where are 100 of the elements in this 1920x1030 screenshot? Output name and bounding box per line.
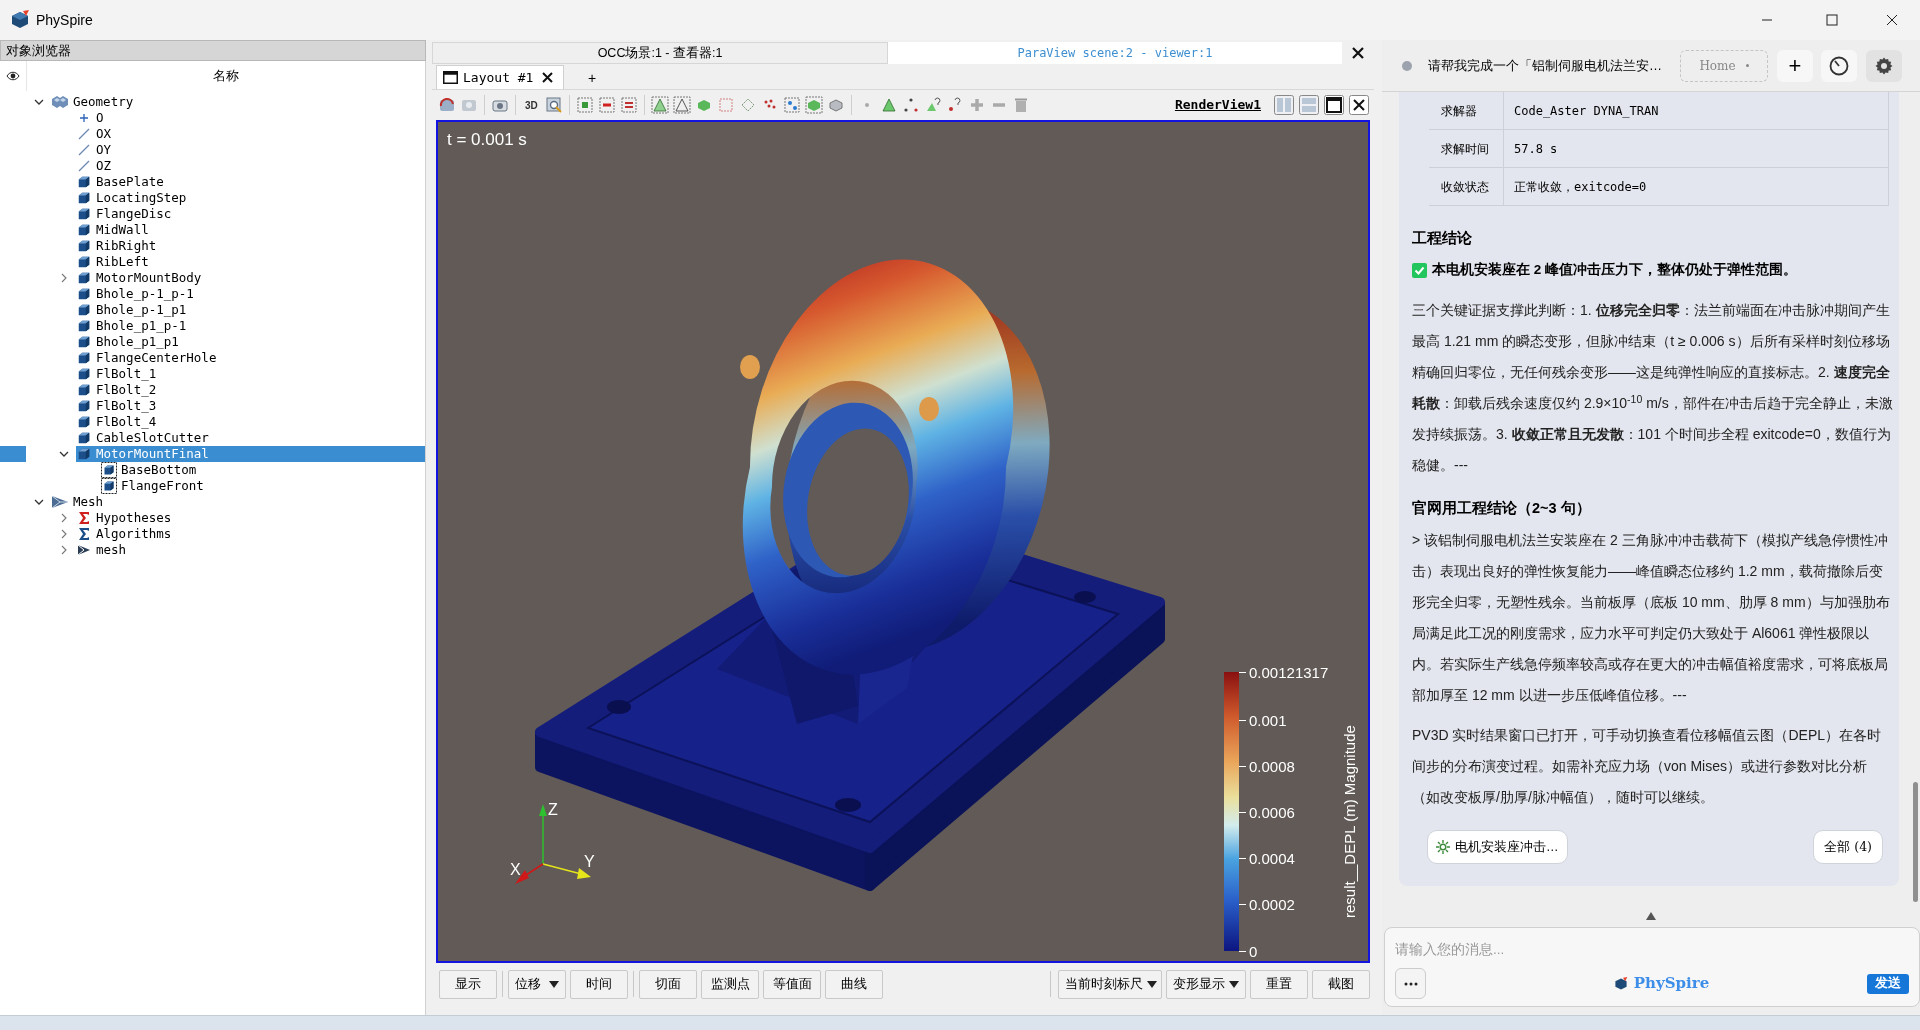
legend-tick-label: 0.001 [1249,713,1287,729]
close-icon[interactable] [542,72,554,83]
close-icon[interactable] [1348,94,1370,116]
table-cell: 正常收敛，exitcode=0 [1504,168,1889,205]
sigma-icon [76,511,92,525]
close-icon[interactable] [1886,14,1898,26]
chevron-right-icon[interactable] [60,545,67,555]
select-cells-icon[interactable] [650,96,669,114]
legend-tick-label: 0.0008 [1249,759,1295,775]
app-logo-icon [1613,976,1628,991]
close-icon[interactable] [1351,46,1365,60]
tree-item[interactable]: Bhole_p-1_p1 [76,302,191,318]
settings-button[interactable] [1866,49,1902,82]
tree-item[interactable]: Bhole_p1_p1 [76,334,183,350]
tree-item[interactable]: MotorMountFinal [76,446,425,462]
tree-item[interactable]: Bhole_p-1_p-1 [76,286,198,302]
history-button[interactable] [1821,49,1857,82]
reset-camera-icon[interactable] [438,96,456,114]
layout-tab[interactable]: Layout #1 [436,65,564,89]
tree-item[interactable]: OY [76,142,116,158]
chevron-down-icon[interactable] [58,451,69,457]
dropdown-button[interactable]: 变形显示 [1166,969,1246,999]
line-icon [76,127,92,141]
tree-item[interactable]: RibRight [76,238,161,254]
toolbar-button[interactable]: 截图 [1312,969,1370,999]
select-points-icon[interactable] [575,96,594,114]
toolbar-button[interactable]: 等值面 [763,969,821,999]
zoom-box-icon[interactable] [544,96,563,114]
tree-item[interactable]: Algorithms [76,526,176,542]
section-heading: 官网用工程结论（2~3 句） [1412,499,1592,518]
tree-item[interactable]: FlangeCenterHole [76,350,221,366]
eye-icon[interactable] [6,71,20,81]
conversation-title[interactable]: 请帮我完成一个「铝制伺服电机法兰安… [1428,55,1668,76]
tree-item[interactable]: OZ [76,158,116,174]
send-button[interactable]: 发送 [1867,973,1909,994]
viewer-tab[interactable]: OCC场景:1 - 查看器:1 [432,42,888,64]
dropdown-button[interactable]: 当前时刻标尺 [1058,969,1162,999]
tree-item[interactable]: MotorMountBody [76,270,206,286]
view-name-link[interactable]: RenderView1 [1174,95,1261,115]
split-horizontal-icon[interactable] [1273,94,1295,116]
tree-item[interactable]: mesh [76,542,131,558]
tree-item[interactable]: Mesh [51,494,108,510]
chevron-right-icon[interactable] [60,529,67,539]
view-3d-button[interactable]: 3D [522,97,541,113]
table-cell: Code_Aster DYNA_TRAN [1504,92,1889,129]
render-view[interactable]: t = 0.001 s X Y Z 0.00121317 0.001 0.0008 0.0006 0.0004 0.0002 0 result__DEPL (m) Magnitude [436,120,1370,963]
tree-item[interactable]: LocatingStep [76,190,191,206]
tree-item[interactable]: OX [76,126,116,142]
maximize-icon[interactable] [1323,94,1345,116]
tree-item[interactable]: FlBolt_3 [76,398,161,414]
tree-item[interactable]: BasePlate [76,174,168,190]
column-header[interactable]: 名称 [26,61,425,91]
tree-item[interactable]: O [76,110,108,126]
maximize-icon[interactable] [1826,14,1838,26]
tree-item[interactable]: Geometry [51,94,138,110]
add-tab-button[interactable]: + [582,67,603,89]
window-title: PhySpire [36,10,93,30]
viewer-tab[interactable]: ParaView scene:2 - viewer:1 [888,42,1342,64]
new-chat-button[interactable]: + [1777,49,1813,82]
show-all-button[interactable]: 全部 (4) [1813,830,1883,864]
suggestion-chip[interactable]: 电机安装座冲击… [1427,830,1568,864]
chevron-right-icon[interactable] [60,273,67,283]
legend-tick-label: 0.0002 [1249,897,1295,913]
chevron-right-icon[interactable] [60,513,67,523]
tree-item[interactable]: BaseBottom [101,462,201,478]
legend-tick-label: 0.0004 [1249,851,1295,867]
tree-item[interactable]: Bhole_p1_p-1 [76,318,191,334]
tree-item[interactable]: Hypotheses [76,510,176,526]
tree-item[interactable]: RibLeft [76,254,153,270]
tree-item[interactable]: FlangeDisc [76,206,176,222]
tree-item[interactable]: FlBolt_4 [76,414,161,430]
line-icon [76,159,92,173]
hover-cells-icon[interactable] [804,96,823,114]
toolbar-button[interactable]: 曲线 [825,969,883,999]
toolbar-button[interactable]: 重置 [1250,969,1308,999]
cube-icon [76,223,92,237]
cube-icon [76,255,92,269]
toolbar-button[interactable]: 时间 [570,969,628,999]
scrollbar-thumb[interactable] [1913,782,1918,902]
status-dot-icon [1402,60,1412,71]
tree-item[interactable]: FlangeFront [101,478,208,494]
chevron-down-icon[interactable] [33,99,44,105]
toolbar-button[interactable]: 监测点 [701,969,759,999]
toolbar-button[interactable]: 显示 [439,969,497,999]
deselect-icon[interactable] [597,96,616,114]
select-points-on-icon[interactable] [672,96,691,114]
toggle-selection-icon[interactable] [619,96,638,114]
toolbar-button[interactable]: 切面 [639,969,697,999]
tree-item[interactable]: FlBolt_1 [76,366,161,382]
dropdown-button[interactable]: 位移 [508,969,566,999]
collapse-arrow-icon[interactable] [1646,912,1656,920]
tree-item[interactable]: FlBolt_2 [76,382,161,398]
tree-item[interactable]: CableSlotCutter [76,430,213,446]
message-input-box[interactable]: 请输入您的消息... PhySpire 发送 [1384,927,1920,1007]
more-icon [1403,981,1418,986]
tree-item[interactable]: MidWall [76,222,153,238]
axis-label: Y [584,854,595,870]
axis-label: X [510,862,521,878]
chevron-down-icon[interactable] [33,499,44,505]
message-input[interactable]: 请输入您的消息... [1395,936,1895,962]
